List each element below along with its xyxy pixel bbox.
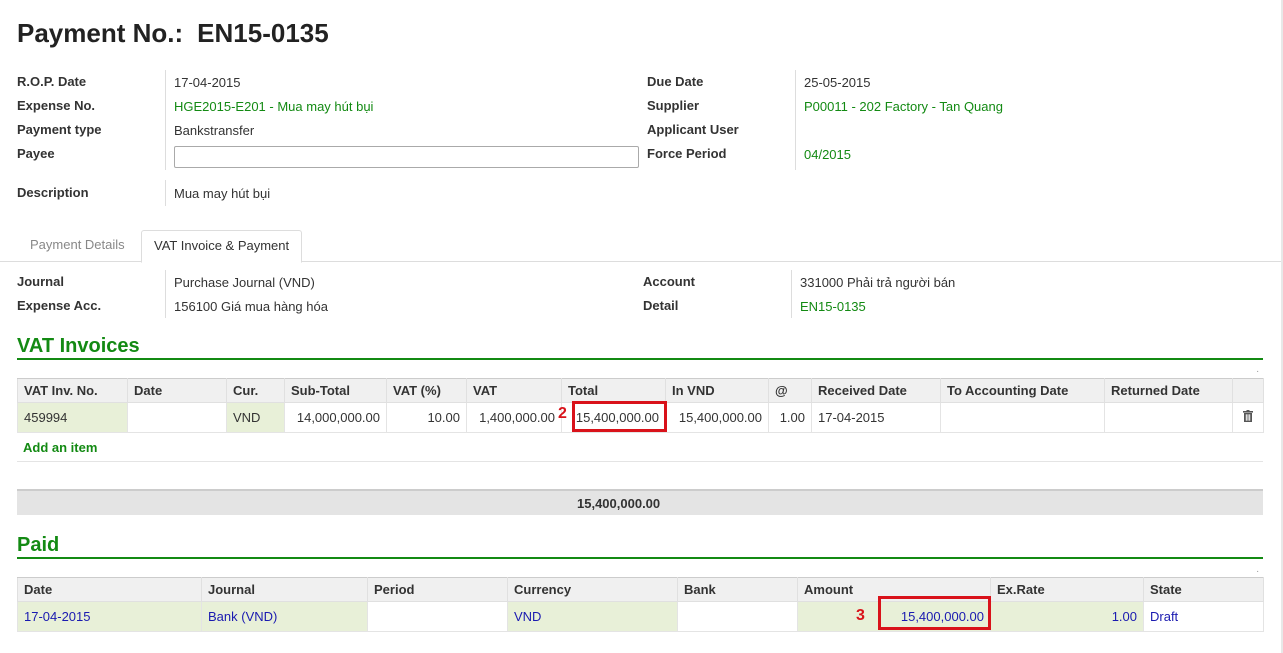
- description-value: Mua may hút bụi: [174, 186, 271, 201]
- payment-form: Payment No.: EN15-0135 R.O.P. Date 17-04-…: [0, 0, 1283, 653]
- vat-invoices-underline: [17, 358, 1263, 360]
- delete-row-button[interactable]: [1232, 402, 1264, 433]
- vat-right-separator: [791, 270, 792, 318]
- description-label: Description: [17, 185, 89, 200]
- col-sub-total[interactable]: Sub-Total: [284, 378, 387, 403]
- col-paid-journal[interactable]: Journal: [201, 577, 368, 602]
- left-field-separator: [165, 70, 166, 170]
- add-item-link[interactable]: Add an item: [23, 440, 97, 455]
- due-date-value: 25-05-2015: [804, 75, 871, 90]
- cell-total[interactable]: 15,400,000.00: [561, 402, 666, 433]
- table-row[interactable]: 459994 VND 14,000,000.00 10.00 1,400,000…: [17, 402, 1264, 433]
- col-returned-date[interactable]: Returned Date: [1104, 378, 1233, 403]
- right-field-separator: [795, 70, 796, 170]
- tab-payment-details[interactable]: Payment Details: [18, 230, 137, 262]
- account-label: Account: [643, 274, 695, 289]
- payment-number: EN15-0135: [197, 18, 329, 48]
- cell-cur[interactable]: VND: [226, 402, 285, 433]
- col-vat-inv-no[interactable]: VAT Inv. No.: [17, 378, 128, 403]
- annotation-marker-2: 2: [558, 405, 567, 422]
- col-received-date[interactable]: Received Date: [811, 378, 941, 403]
- cell-inv-no[interactable]: 459994: [17, 402, 128, 433]
- col-vat-pct[interactable]: VAT (%): [386, 378, 467, 403]
- cell-received-date[interactable]: 17-04-2015: [811, 402, 941, 433]
- cell-date[interactable]: [127, 402, 227, 433]
- expense-acc-label: Expense Acc.: [17, 298, 102, 313]
- table-row[interactable]: 17-04-2015 Bank (VND) VND 15,400,000.00 …: [17, 601, 1264, 632]
- paid-table: Date Journal Period Currency Bank Amount…: [17, 577, 1264, 632]
- notebook-tabs: Payment Details VAT Invoice & Payment: [0, 230, 1283, 263]
- journal-value: Purchase Journal (VND): [174, 275, 315, 290]
- col-paid-ex-rate[interactable]: Ex.Rate: [990, 577, 1144, 602]
- cell-paid-state[interactable]: Draft: [1143, 601, 1264, 632]
- payment-type-label: Payment type: [17, 122, 102, 137]
- cell-sub-total[interactable]: 14,000,000.00: [284, 402, 387, 433]
- vat-invoices-title: VAT Invoices: [17, 335, 140, 357]
- cell-paid-date[interactable]: 17-04-2015: [17, 601, 202, 632]
- col-to-accounting-date[interactable]: To Accounting Date: [940, 378, 1105, 403]
- expense-no-label: Expense No.: [17, 98, 96, 113]
- cell-in-vnd[interactable]: 15,400,000.00: [665, 402, 769, 433]
- rop-date-label: R.O.P. Date: [17, 74, 87, 89]
- force-period-label: Force Period: [647, 146, 727, 161]
- col-paid-state[interactable]: State: [1143, 577, 1264, 602]
- detail-label: Detail: [643, 298, 679, 313]
- payee-label: Payee: [17, 146, 55, 161]
- supplier-link[interactable]: P00011 - 202 Factory - Tan Quang: [804, 99, 1003, 114]
- col-total[interactable]: Total: [561, 378, 666, 403]
- col-paid-amount[interactable]: Amount: [797, 577, 991, 602]
- col-paid-period[interactable]: Period: [367, 577, 508, 602]
- vat-footer-total: 15,400,000.00: [577, 496, 661, 511]
- supplier-label: Supplier: [647, 98, 700, 113]
- title-label: Payment No.:: [17, 18, 184, 48]
- journal-label: Journal: [17, 274, 64, 289]
- col-rate[interactable]: @: [768, 378, 812, 403]
- trash-icon: [1243, 410, 1253, 422]
- cell-returned-date[interactable]: [1104, 402, 1233, 433]
- paid-underline: [17, 557, 1263, 559]
- col-vat[interactable]: VAT: [466, 378, 562, 403]
- add-item-divider: [17, 461, 1263, 462]
- expense-no-link[interactable]: HGE2015-E201 - Mua may hút bụi: [174, 99, 373, 114]
- page-title: Payment No.: EN15-0135: [17, 18, 329, 49]
- cell-paid-journal[interactable]: Bank (VND): [201, 601, 368, 632]
- expense-acc-value: 156100 Giá mua hàng hóa: [174, 299, 328, 314]
- vat-left-separator: [165, 270, 166, 318]
- account-value: 331000 Phải trả người bán: [800, 275, 956, 290]
- col-actions: [1232, 378, 1264, 403]
- vat-total-footer: 15,400,000.00: [17, 489, 1263, 515]
- description-separator: [165, 180, 166, 206]
- vat-invoices-table: VAT Inv. No. Date Cur. Sub-Total VAT (%)…: [17, 378, 1264, 433]
- due-date-label: Due Date: [647, 74, 704, 89]
- applicant-user-label: Applicant User: [647, 122, 739, 137]
- force-period-link[interactable]: 04/2015: [804, 147, 851, 162]
- detail-link[interactable]: EN15-0135: [800, 299, 866, 314]
- cell-paid-bank[interactable]: [677, 601, 798, 632]
- payee-input[interactable]: [174, 146, 639, 168]
- cell-vat[interactable]: 1,400,000.00: [466, 402, 562, 433]
- cell-paid-period[interactable]: [367, 601, 508, 632]
- tab-vat-invoice-payment[interactable]: VAT Invoice & Payment: [141, 230, 303, 263]
- paid-title: Paid: [17, 534, 60, 556]
- rop-date-value: 17-04-2015: [174, 75, 241, 90]
- col-paid-bank[interactable]: Bank: [677, 577, 798, 602]
- col-paid-currency[interactable]: Currency: [507, 577, 678, 602]
- col-in-vnd[interactable]: In VND: [665, 378, 769, 403]
- annotation-marker-3: 3: [856, 607, 865, 624]
- cell-to-accounting-date[interactable]: [940, 402, 1105, 433]
- paid-table-header: Date Journal Period Currency Bank Amount…: [17, 577, 1264, 602]
- col-cur[interactable]: Cur.: [226, 378, 285, 403]
- paid-grid-resize-handle: ·: [1256, 566, 1260, 577]
- cell-paid-currency[interactable]: VND: [507, 601, 678, 632]
- cell-paid-amount[interactable]: 15,400,000.00: [797, 601, 991, 632]
- cell-rate[interactable]: 1.00: [768, 402, 812, 433]
- col-date[interactable]: Date: [127, 378, 227, 403]
- vat-table-header: VAT Inv. No. Date Cur. Sub-Total VAT (%)…: [17, 378, 1264, 403]
- cell-paid-ex-rate[interactable]: 1.00: [990, 601, 1144, 632]
- payment-type-value: Bankstransfer: [174, 123, 255, 138]
- col-paid-date[interactable]: Date: [17, 577, 202, 602]
- cell-vat-pct[interactable]: 10.00: [386, 402, 467, 433]
- vat-grid-resize-handle: ·: [1256, 366, 1260, 377]
